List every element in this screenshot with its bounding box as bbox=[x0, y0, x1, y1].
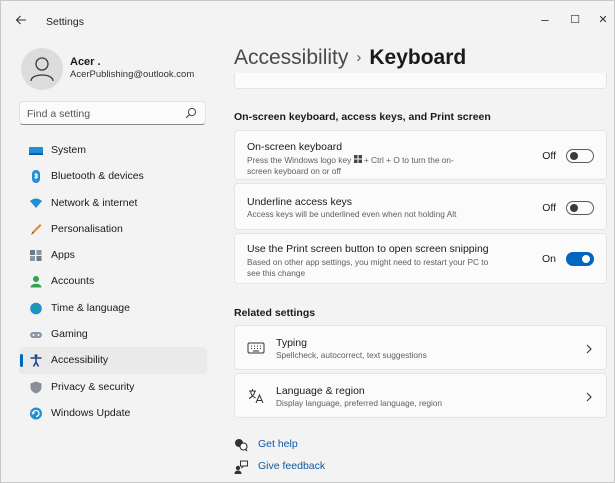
apps-icon bbox=[30, 250, 42, 262]
minimize-button[interactable]: – bbox=[530, 9, 560, 31]
page-title: Keyboard bbox=[369, 46, 467, 69]
related-title: Typing bbox=[276, 337, 307, 349]
accounts-icon bbox=[30, 276, 42, 288]
on-screen-keyboard-toggle[interactable] bbox=[566, 149, 594, 163]
sidebar-item-privacy[interactable]: Privacy & security bbox=[19, 374, 207, 400]
close-button[interactable]: ✕ bbox=[588, 9, 615, 31]
user-icon bbox=[30, 57, 54, 82]
privacy-icon bbox=[30, 381, 42, 394]
chevron-right-icon bbox=[586, 392, 592, 402]
sidebar-item-label: Personalisation bbox=[51, 222, 123, 235]
search-box[interactable] bbox=[19, 101, 206, 125]
setting-underline-access-keys: Underline access keys Access keys will b… bbox=[234, 183, 607, 230]
sidebar-item-network[interactable]: Network & internet bbox=[19, 190, 207, 216]
sidebar-item-bluetooth[interactable]: Bluetooth & devices bbox=[19, 163, 207, 189]
windows-update-icon bbox=[30, 407, 42, 420]
get-help-label: Get help bbox=[258, 438, 298, 450]
related-title: Language & region bbox=[276, 385, 365, 397]
sidebar-item-accessibility[interactable]: Accessibility bbox=[19, 347, 207, 374]
get-help-icon bbox=[235, 439, 248, 452]
gaming-icon bbox=[30, 332, 42, 339]
time-language-icon bbox=[30, 302, 42, 315]
sidebar-item-windows-update[interactable]: Windows Update bbox=[19, 400, 207, 426]
active-indicator bbox=[20, 354, 23, 368]
search-icon[interactable] bbox=[185, 107, 197, 119]
setting-description: Based on other app settings, you might n… bbox=[247, 257, 489, 278]
sidebar-item-time-language[interactable]: Time & language bbox=[19, 295, 207, 321]
chevron-right-icon bbox=[586, 344, 592, 354]
search-input[interactable] bbox=[27, 106, 187, 121]
toggle-state-label: Off bbox=[542, 202, 556, 214]
toggle-state-label: On bbox=[541, 253, 556, 265]
sidebar-item-label: Bluetooth & devices bbox=[51, 170, 144, 183]
avatar[interactable] bbox=[21, 48, 63, 90]
sidebar-item-system[interactable]: System bbox=[19, 137, 207, 163]
give-feedback-label: Give feedback bbox=[258, 460, 326, 472]
give-feedback-icon bbox=[234, 460, 248, 474]
print-screen-snipping-toggle[interactable] bbox=[566, 252, 594, 266]
sidebar-item-label: Gaming bbox=[51, 328, 88, 341]
setting-description-start: Press the Windows logo key bbox=[247, 155, 354, 165]
profile-email: AcerPublishing@outlook.com bbox=[70, 69, 195, 80]
sidebar-item-label: Accounts bbox=[51, 275, 95, 288]
section-title-related: Related settings bbox=[234, 307, 316, 319]
back-arrow-icon[interactable] bbox=[13, 13, 29, 29]
sidebar-item-label: Windows Update bbox=[51, 406, 131, 419]
breadcrumb: Accessibility › Keyboard bbox=[234, 46, 466, 70]
sidebar-item-label: Privacy & security bbox=[51, 380, 135, 393]
keyboard-icon bbox=[247, 342, 265, 354]
sidebar-nav: System Bluetooth & devices Network & int… bbox=[19, 137, 207, 426]
title-bar: Settings – ☐ ✕ bbox=[1, 1, 614, 39]
scrolled-card-edge bbox=[234, 73, 607, 89]
sidebar-item-label: System bbox=[51, 144, 87, 156]
sidebar-item-apps[interactable]: Apps bbox=[19, 242, 207, 268]
related-item-typing[interactable]: Typing Spellcheck, autocorrect, text sug… bbox=[234, 325, 607, 370]
breadcrumb-parent[interactable]: Accessibility bbox=[234, 46, 348, 69]
settings-window: Settings – ☐ ✕ Acer . AcerPublishing@out… bbox=[0, 0, 615, 483]
bluetooth-icon bbox=[32, 170, 40, 184]
sidebar-item-personalisation[interactable]: Personalisation bbox=[19, 216, 207, 242]
setting-title: Underline access keys bbox=[247, 196, 353, 208]
sidebar-item-gaming[interactable]: Gaming bbox=[19, 321, 207, 347]
setting-title: Use the Print screen button to open scre… bbox=[247, 243, 489, 255]
section-title-keyboard: On-screen keyboard, access keys, and Pri… bbox=[234, 111, 491, 123]
language-icon bbox=[248, 389, 264, 404]
related-description: Display language, preferred language, re… bbox=[276, 398, 443, 408]
setting-title: On-screen keyboard bbox=[247, 141, 343, 153]
setting-print-screen-snipping: Use the Print screen button to open scre… bbox=[234, 233, 607, 284]
related-item-language-region[interactable]: Language & region Display language, pref… bbox=[234, 373, 607, 418]
setting-on-screen-keyboard: On-screen keyboard Press the Windows log… bbox=[234, 130, 607, 180]
personalisation-icon bbox=[31, 223, 42, 235]
sidebar-item-accounts[interactable]: Accounts bbox=[19, 268, 207, 294]
toggle-state-label: Off bbox=[542, 150, 556, 162]
underline-access-keys-toggle[interactable] bbox=[566, 201, 594, 215]
sidebar-item-label: Apps bbox=[51, 249, 75, 262]
accessibility-icon bbox=[30, 354, 42, 368]
setting-description: Press the Windows logo key + Ctrl + O to… bbox=[247, 155, 472, 176]
maximize-button[interactable]: ☐ bbox=[560, 9, 590, 31]
sidebar-item-label: Network & internet bbox=[51, 196, 138, 209]
sidebar-item-label: Accessibility bbox=[51, 354, 109, 367]
window-title: Settings bbox=[46, 16, 84, 28]
related-description: Spellcheck, autocorrect, text suggestion… bbox=[276, 350, 427, 360]
system-icon bbox=[29, 147, 43, 155]
setting-description: Access keys will be underlined even when… bbox=[247, 209, 457, 219]
network-icon bbox=[30, 198, 42, 208]
sidebar-item-label: Time & language bbox=[51, 301, 130, 314]
windows-logo-icon bbox=[353, 155, 362, 163]
profile-name: Acer . bbox=[70, 56, 101, 68]
breadcrumb-separator: › bbox=[356, 49, 362, 66]
